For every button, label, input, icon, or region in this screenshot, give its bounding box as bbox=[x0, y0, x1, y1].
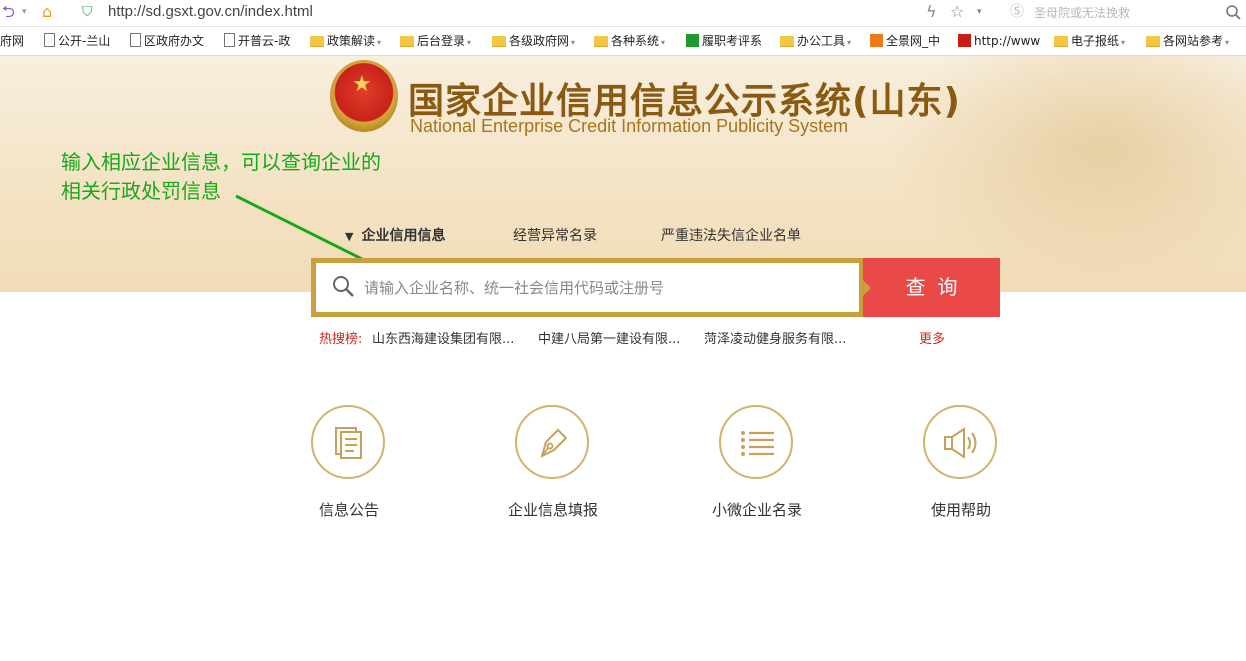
folder-icon bbox=[1146, 36, 1160, 47]
folder-icon bbox=[492, 36, 506, 47]
feature-label[interactable]: 信息公告 bbox=[279, 499, 419, 520]
search-button[interactable]: 查询 bbox=[863, 258, 1000, 317]
chevron-down-icon: ▾ bbox=[1121, 38, 1126, 47]
feature-label[interactable]: 小微企业名录 bbox=[687, 499, 827, 520]
tab-blacklist[interactable]: 严重违法失信企业名单 bbox=[661, 225, 801, 245]
home-icon[interactable]: ⌂ bbox=[42, 2, 52, 22]
folder-icon bbox=[400, 36, 414, 47]
chevron-down-icon: ▾ bbox=[661, 38, 666, 47]
bookmark-label: 政策解读 bbox=[327, 34, 376, 48]
bookmark-label: 办公工具 bbox=[797, 34, 846, 48]
bookmark-item[interactable]: 府网 bbox=[0, 33, 24, 49]
button-notch bbox=[863, 280, 871, 296]
chevron-down-icon[interactable]: ▾ bbox=[977, 2, 982, 22]
annotation-note: 输入相应企业信息，可以查询企业的 相关行政处罚信息 bbox=[61, 148, 421, 206]
bookmark-item[interactable]: 办公工具 ▾ bbox=[780, 33, 851, 51]
list-icon bbox=[741, 431, 774, 456]
site-logo-icon bbox=[870, 34, 883, 47]
star-icon[interactable]: ☆ bbox=[950, 2, 964, 22]
bookmark-label: http://www bbox=[974, 34, 1041, 48]
bookmark-item[interactable]: 开普云-政 bbox=[224, 33, 290, 49]
chevron-down-icon[interactable]: ▾ bbox=[22, 2, 27, 22]
annotation-line: 相关行政处罚信息 bbox=[61, 179, 221, 203]
document-icon bbox=[335, 427, 362, 459]
help-button[interactable] bbox=[923, 405, 997, 479]
search-box bbox=[311, 258, 864, 317]
undo-icon[interactable]: ⮌ bbox=[2, 2, 15, 22]
lightning-icon[interactable]: ϟ bbox=[926, 2, 937, 22]
search-engine-icon: Ⓢ bbox=[1010, 4, 1024, 20]
tab-label: 企业信用信息 bbox=[361, 228, 446, 244]
hot-search-label: 热搜榜: bbox=[319, 332, 363, 347]
bookmark-label: 全景网_中 bbox=[886, 34, 941, 48]
bookmark-item[interactable]: 后台登录 ▾ bbox=[400, 33, 471, 51]
bookmark-label: 各级政府网 bbox=[509, 34, 570, 48]
page-icon bbox=[44, 33, 55, 47]
info-announcement-button[interactable] bbox=[311, 405, 385, 479]
bookmark-label: 各种系统 bbox=[611, 34, 660, 48]
bookmark-item[interactable]: 履职考评系 bbox=[686, 33, 762, 49]
chevron-down-icon: ▾ bbox=[847, 38, 852, 47]
folder-icon bbox=[310, 36, 324, 47]
chevron-down-icon: ▾ bbox=[571, 38, 576, 47]
bookmark-item[interactable]: 电子报纸 ▾ bbox=[1054, 33, 1125, 51]
bookmarks-bar: 府网 公开-兰山 区政府办文 开普云-政 政策解读 ▾ 后台登录 ▾ 各级政府网 ▾ 各种系统 ▾ 履职… bbox=[0, 27, 1246, 56]
search-icon[interactable] bbox=[1226, 5, 1241, 20]
bookmark-item[interactable]: 公开-兰山 bbox=[44, 33, 110, 49]
bookmark-item[interactable]: 区政府办文 bbox=[130, 33, 204, 49]
triangle-down-icon: ▼ bbox=[345, 230, 354, 243]
secure-shield-icon: ⛉ bbox=[82, 4, 93, 20]
page-icon bbox=[130, 33, 141, 47]
address-bar[interactable]: http://sd.gsxt.gov.cn/index.html bbox=[108, 3, 313, 20]
feature-label[interactable]: 企业信息填报 bbox=[483, 499, 623, 520]
search-input[interactable] bbox=[316, 263, 859, 312]
hot-search-item[interactable]: 菏泽凌动健身服务有限... bbox=[704, 328, 846, 347]
browser-toolbar: ⮌ ▾ ⌂ ⛉ http://sd.gsxt.gov.cn/index.html… bbox=[0, 0, 1246, 27]
enterprise-report-button[interactable] bbox=[515, 405, 589, 479]
browser-search-input[interactable]: 圣母院或无法挽救 bbox=[1034, 4, 1130, 21]
bookmark-label: 区政府办文 bbox=[144, 34, 205, 48]
bookmark-label: 后台登录 bbox=[417, 34, 466, 48]
bookmark-label: 开普云-政 bbox=[238, 34, 291, 48]
more-link[interactable]: 更多 bbox=[919, 328, 945, 347]
hero-banner: ★ 国家企业信用信息公示系统(山东) National Enterprise C… bbox=[0, 56, 1246, 292]
app-icon bbox=[686, 34, 699, 47]
bookmark-label: 府网 bbox=[0, 34, 25, 48]
speaker-icon bbox=[944, 427, 977, 459]
bookmark-item[interactable]: 各级政府网 ▾ bbox=[492, 33, 575, 51]
tab-enterprise-credit[interactable]: ▼ 企业信用信息 bbox=[345, 225, 445, 245]
folder-icon bbox=[1054, 36, 1068, 47]
folder-icon bbox=[594, 36, 608, 47]
bookmark-label: 各网站参考 bbox=[1163, 34, 1224, 48]
bookmark-item[interactable]: 全景网_中 bbox=[870, 33, 940, 49]
hot-search-item[interactable]: 山东西海建设集团有限... bbox=[372, 328, 514, 347]
bookmark-item[interactable]: http://www bbox=[958, 33, 1040, 49]
bookmark-label: 电子报纸 bbox=[1071, 34, 1120, 48]
bookmark-label: 履职考评系 bbox=[702, 34, 763, 48]
page-subtitle: National Enterprise Credit Information P… bbox=[410, 116, 849, 136]
site-logo-icon bbox=[958, 34, 971, 47]
folder-icon bbox=[780, 36, 794, 47]
small-business-list-button[interactable] bbox=[719, 405, 793, 479]
chevron-down-icon: ▾ bbox=[1225, 38, 1230, 47]
pen-icon bbox=[540, 428, 568, 458]
bookmark-item[interactable]: 政策解读 ▾ bbox=[310, 33, 381, 51]
hot-search-item[interactable]: 中建八局第一建设有限... bbox=[538, 328, 680, 347]
annotation-line: 输入相应企业信息，可以查询企业的 bbox=[61, 150, 381, 174]
bookmark-item[interactable]: 各种系统 ▾ bbox=[594, 33, 665, 51]
chevron-down-icon: ▾ bbox=[377, 38, 382, 47]
feature-label[interactable]: 使用帮助 bbox=[891, 499, 1031, 520]
page-icon bbox=[224, 33, 235, 47]
search-icon bbox=[333, 276, 354, 297]
national-emblem-icon: ★ bbox=[330, 60, 398, 132]
bookmark-item[interactable]: 各网站参考 ▾ bbox=[1146, 33, 1229, 51]
chevron-down-icon: ▾ bbox=[467, 38, 472, 47]
tab-abnormal-list[interactable]: 经营异常名录 bbox=[513, 225, 597, 245]
bookmark-label: 公开-兰山 bbox=[58, 34, 111, 48]
